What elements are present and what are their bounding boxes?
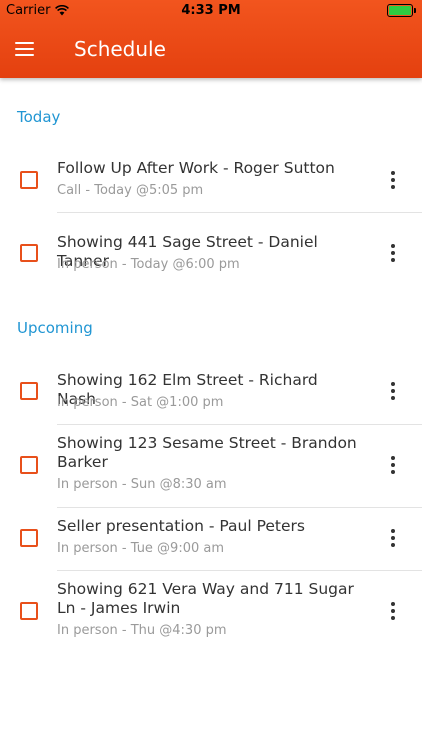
battery-icon [387,4,416,17]
list-item[interactable]: Showing 621 Vera Way and 711 Sugar Ln - … [0,571,422,651]
item-subtitle: In person - Today @6:00 pm [57,257,240,272]
status-bar: Carrier 4:33 PM [0,0,422,22]
checkbox-unchecked-icon[interactable] [20,529,38,547]
checkbox-unchecked-icon[interactable] [20,456,38,474]
item-subtitle: In person - Sun @8:30 am [57,477,227,492]
item-title: Showing 621 Vera Way and 711 Sugar Ln - … [57,580,354,617]
list-item[interactable]: Follow Up After Work - Roger Sutton Call… [0,150,422,212]
item-title: Seller presentation - Paul Peters [57,517,305,535]
item-subtitle: Call - Today @5:05 pm [57,183,204,198]
item-subtitle: In person - Tue @9:00 am [57,541,225,556]
checkbox-unchecked-icon[interactable] [20,602,38,620]
item-subtitle: In person - Thu @4:30 pm [57,623,227,638]
list-item[interactable]: Showing 123 Sesame Street - Brandon Bark… [0,425,422,507]
list-item[interactable]: Seller presentation - Paul Peters In per… [0,508,422,570]
page-title: Schedule [74,37,166,61]
app-header: Carrier 4:33 PM Schedule [0,0,422,78]
hamburger-menu-icon[interactable] [15,42,34,57]
status-time: 4:33 PM [181,3,241,18]
list-item[interactable]: Showing 441 Sage Street - Daniel Tanner … [0,224,422,286]
section-header-today: Today [17,108,61,126]
more-vertical-icon[interactable] [388,171,398,191]
item-subtitle: In person - Sat @1:00 pm [57,395,224,410]
more-vertical-icon[interactable] [388,456,398,476]
section-header-upcoming: Upcoming [17,319,93,337]
checkbox-unchecked-icon[interactable] [20,244,38,262]
more-vertical-icon[interactable] [388,602,398,622]
more-vertical-icon[interactable] [388,382,398,402]
item-title: Showing 123 Sesame Street - Brandon Bark… [57,434,357,471]
checkbox-unchecked-icon[interactable] [20,171,38,189]
checkbox-unchecked-icon[interactable] [20,382,38,400]
more-vertical-icon[interactable] [388,244,398,264]
item-title: Follow Up After Work - Roger Sutton [57,159,335,177]
toolbar: Schedule [0,22,422,78]
divider [57,212,422,213]
list-item[interactable]: Showing 162 Elm Street - Richard Nash In… [0,362,422,424]
more-vertical-icon[interactable] [388,529,398,549]
